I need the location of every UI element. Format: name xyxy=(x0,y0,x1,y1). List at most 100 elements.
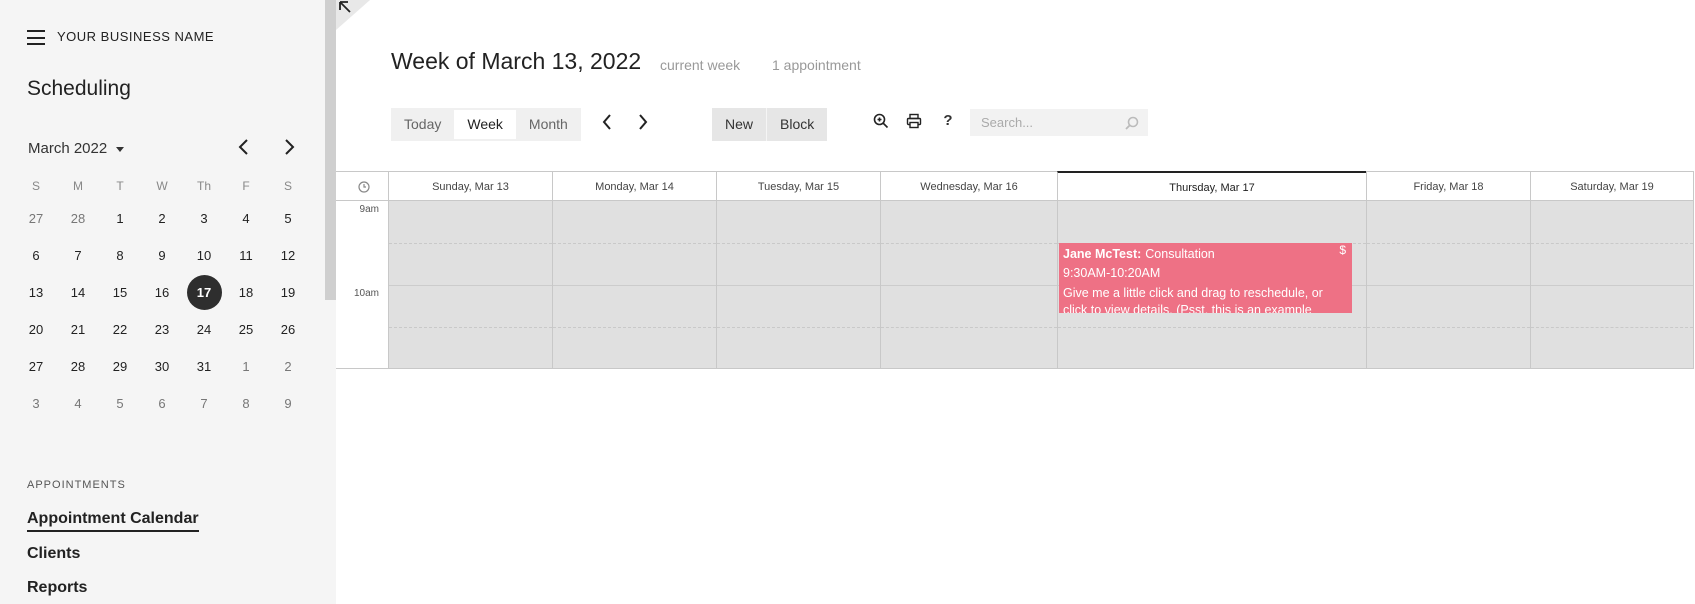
search-input[interactable] xyxy=(970,109,1115,136)
month-picker[interactable]: March 2022 xyxy=(28,140,125,157)
mini-day[interactable]: 1 xyxy=(225,348,267,385)
slot-divider xyxy=(1058,327,1366,328)
mini-day[interactable]: 4 xyxy=(57,385,99,422)
mini-day[interactable]: 15 xyxy=(99,274,141,311)
caret-down-icon xyxy=(116,146,125,152)
day-header[interactable]: Friday, Mar 18 xyxy=(1366,172,1530,201)
mini-day[interactable]: 8 xyxy=(225,385,267,422)
mini-day[interactable]: 26 xyxy=(267,311,309,348)
mini-day[interactable]: 27 xyxy=(15,348,57,385)
nav-reports[interactable]: Reports xyxy=(27,579,87,597)
mini-day[interactable]: 28 xyxy=(57,200,99,237)
mini-day[interactable]: 1 xyxy=(99,200,141,237)
day-column-thursday[interactable]: Jane McTest: Consultation $ 9:30AM-10:20A… xyxy=(1057,201,1366,369)
day-column-tuesday[interactable] xyxy=(716,201,880,369)
month-label: March 2022 xyxy=(28,140,108,157)
mini-day[interactable]: 5 xyxy=(267,200,309,237)
mini-day[interactable]: 13 xyxy=(15,274,57,311)
day-header[interactable]: Tuesday, Mar 15 xyxy=(716,172,880,201)
nav-clients[interactable]: Clients xyxy=(27,545,80,563)
weekday-header: M xyxy=(73,179,83,193)
today-button[interactable]: Today xyxy=(391,108,454,141)
current-week-label[interactable]: current week xyxy=(660,57,740,73)
mini-day[interactable]: 21 xyxy=(57,311,99,348)
prev-week-button[interactable] xyxy=(599,112,615,132)
mini-day[interactable]: 19 xyxy=(267,274,309,311)
sidebar-scrollbar[interactable] xyxy=(325,0,336,300)
month-view-button[interactable]: Month xyxy=(516,108,581,141)
mini-day[interactable]: 30 xyxy=(141,348,183,385)
mini-day[interactable]: 9 xyxy=(141,237,183,274)
slot-divider xyxy=(389,327,552,328)
week-view-button[interactable]: Week xyxy=(454,110,516,139)
slot-divider xyxy=(881,327,1057,328)
new-appointment-button[interactable]: New xyxy=(712,108,766,141)
mini-calendar: S M T W Th F S 27 28 1 2 3 4 5 6 7 8 9 1… xyxy=(15,176,309,422)
mini-day[interactable]: 14 xyxy=(57,274,99,311)
weekday-header: F xyxy=(242,179,250,193)
day-column-friday[interactable] xyxy=(1366,201,1530,369)
mini-day[interactable]: 18 xyxy=(225,274,267,311)
day-column-sunday[interactable] xyxy=(388,201,552,369)
day-header[interactable]: Wednesday, Mar 16 xyxy=(880,172,1057,201)
view-switcher: Today Week Month xyxy=(391,108,581,141)
mini-day[interactable]: 20 xyxy=(15,311,57,348)
time-label-10am: 10am xyxy=(353,288,379,299)
appointment-event[interactable]: Jane McTest: Consultation $ 9:30AM-10:20A… xyxy=(1059,243,1352,313)
mini-day[interactable]: 24 xyxy=(183,311,225,348)
event-type: Consultation xyxy=(1145,247,1215,261)
menu-icon[interactable] xyxy=(27,30,45,45)
mini-day[interactable]: 3 xyxy=(183,200,225,237)
day-header[interactable]: Sunday, Mar 13 xyxy=(388,172,552,201)
weekday-header: Th xyxy=(196,179,211,193)
business-name: YOUR BUSINESS NAME xyxy=(57,29,215,44)
appointments-heading: APPOINTMENTS xyxy=(27,479,126,491)
mini-day[interactable]: 8 xyxy=(99,237,141,274)
mini-week-row: 27 28 1 2 3 4 5 xyxy=(15,200,309,237)
mini-day[interactable]: 25 xyxy=(225,311,267,348)
mini-day[interactable]: 4 xyxy=(225,200,267,237)
slot-divider xyxy=(553,243,716,244)
mini-day[interactable]: 5 xyxy=(99,385,141,422)
help-icon[interactable]: ? xyxy=(939,112,957,130)
time-label-9am: 9am xyxy=(359,204,379,215)
next-week-button[interactable] xyxy=(635,112,651,132)
day-column-saturday[interactable] xyxy=(1530,201,1694,369)
search-box xyxy=(970,109,1148,136)
prev-month-button[interactable] xyxy=(234,136,254,158)
print-icon[interactable] xyxy=(905,112,923,130)
mini-day[interactable]: 28 xyxy=(57,348,99,385)
mini-day[interactable]: 11 xyxy=(225,237,267,274)
mini-day[interactable]: 7 xyxy=(57,237,99,274)
mini-day[interactable]: 2 xyxy=(141,200,183,237)
mini-day[interactable]: 3 xyxy=(15,385,57,422)
mini-day[interactable]: 10 xyxy=(183,237,225,274)
time-column: 9am 10am xyxy=(336,201,388,369)
search-icon[interactable] xyxy=(1124,115,1140,131)
mini-day[interactable]: 7 xyxy=(183,385,225,422)
day-header[interactable]: Saturday, Mar 19 xyxy=(1530,172,1694,201)
mini-day[interactable]: 9 xyxy=(267,385,309,422)
next-month-button[interactable] xyxy=(279,136,299,158)
day-header[interactable]: Monday, Mar 14 xyxy=(552,172,716,201)
mini-day[interactable]: 22 xyxy=(99,311,141,348)
mini-day[interactable]: 29 xyxy=(99,348,141,385)
day-header-today[interactable]: Thursday, Mar 17 xyxy=(1057,171,1366,201)
mini-day[interactable]: 27 xyxy=(15,200,57,237)
day-column-monday[interactable] xyxy=(552,201,716,369)
mini-day-today[interactable]: 17 xyxy=(183,274,225,311)
collapse-sidebar-icon[interactable] xyxy=(336,0,370,30)
appointment-count: 1 appointment xyxy=(772,57,861,73)
scheduling-title: Scheduling xyxy=(27,77,131,100)
nav-appointment-calendar[interactable]: Appointment Calendar xyxy=(27,510,199,532)
block-time-button[interactable]: Block xyxy=(766,108,827,141)
day-column-wednesday[interactable] xyxy=(880,201,1057,369)
mini-day[interactable]: 16 xyxy=(141,274,183,311)
mini-day[interactable]: 12 xyxy=(267,237,309,274)
mini-day[interactable]: 2 xyxy=(267,348,309,385)
mini-day[interactable]: 23 xyxy=(141,311,183,348)
mini-day[interactable]: 31 xyxy=(183,348,225,385)
mini-day[interactable]: 6 xyxy=(141,385,183,422)
zoom-in-icon[interactable] xyxy=(872,112,890,130)
mini-day[interactable]: 6 xyxy=(15,237,57,274)
